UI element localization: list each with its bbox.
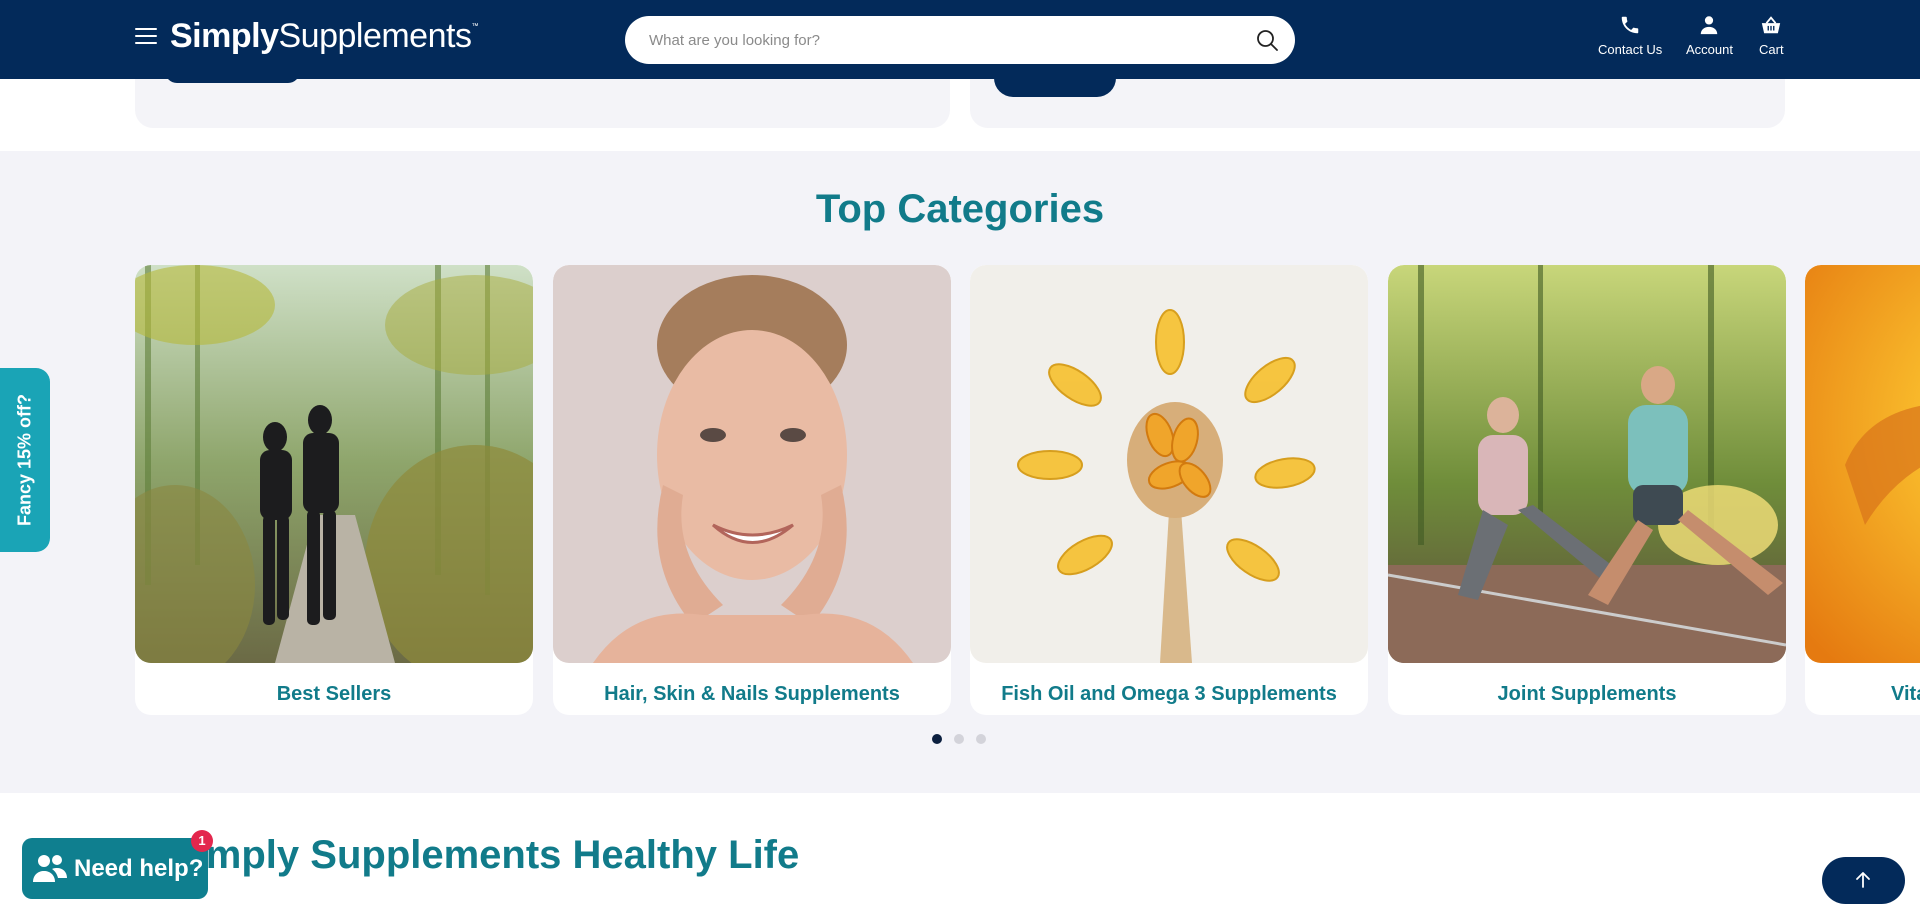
- top-categories-section: Top Categories Best Sellers Hair, Skin &…: [0, 151, 1920, 793]
- carousel-dot-3[interactable]: [976, 734, 986, 744]
- back-to-top-button[interactable]: [1822, 857, 1905, 904]
- search-bar: [625, 16, 1295, 64]
- carousel-dot-2[interactable]: [954, 734, 964, 744]
- account-label: Account: [1686, 42, 1733, 57]
- account-link[interactable]: Account: [1686, 14, 1733, 57]
- discount-offer-tab[interactable]: Fancy 15% off?: [0, 368, 50, 552]
- carousel-dot-1[interactable]: [932, 734, 942, 744]
- carousel-pagination: [932, 734, 986, 744]
- couple-running-photo: [135, 265, 533, 663]
- people-icon: [33, 855, 67, 882]
- category-label: Vita: [1891, 683, 1920, 705]
- category-label: Fish Oil and Omega 3 Supplements: [1001, 683, 1337, 705]
- category-label: Hair, Skin & Nails Supplements: [604, 683, 900, 705]
- site-logo[interactable]: SimplySupplements™: [170, 17, 478, 56]
- healthy-life-title: Simply Supplements Healthy Life: [168, 833, 800, 877]
- menu-icon[interactable]: [135, 28, 157, 46]
- basket-icon: [1762, 16, 1781, 34]
- contact-us-link[interactable]: Contact Us: [1598, 14, 1662, 57]
- need-help-chat-button[interactable]: Need help?: [22, 838, 208, 899]
- category-label: Best Sellers: [276, 683, 392, 705]
- contact-cards-section: Get in touch: [0, 59, 1920, 151]
- cart-link[interactable]: Cart: [1759, 14, 1784, 57]
- arrow-up-icon: [1856, 872, 1870, 888]
- cart-label: Cart: [1759, 42, 1784, 57]
- healthy-life-section: Simply Supplements Healthy Life: [0, 793, 1920, 919]
- category-label: Joint Supplements: [1497, 683, 1677, 705]
- category-card-joint[interactable]: Joint Supplements: [1388, 265, 1786, 715]
- notification-badge: 1: [191, 830, 213, 852]
- contact-us-label: Contact Us: [1598, 42, 1663, 57]
- search-icon[interactable]: [1255, 28, 1279, 52]
- sunlight-photo: [1805, 265, 1920, 663]
- omega-capsules-photo: [970, 265, 1368, 663]
- couple-stretching-photo: [1388, 265, 1786, 663]
- category-card-fish-oil[interactable]: Fish Oil and Omega 3 Supplements: [970, 265, 1368, 715]
- category-card-hair-skin-nails[interactable]: Hair, Skin & Nails Supplements: [553, 265, 951, 715]
- need-help-label: Need help?: [74, 855, 204, 882]
- category-card-vitamins[interactable]: Vita: [1805, 265, 1920, 715]
- user-icon: [1701, 16, 1718, 35]
- phone-icon: [1621, 16, 1639, 34]
- section-title: Top Categories: [815, 187, 1105, 231]
- search-input[interactable]: [649, 28, 1229, 52]
- site-header: SimplySupplements™ Contact Us Account Ca…: [0, 0, 1920, 79]
- category-card-best-sellers[interactable]: Best Sellers: [135, 265, 533, 715]
- discount-offer-label: Fancy 15% off?: [14, 393, 35, 527]
- woman-smiling-photo: [553, 265, 951, 663]
